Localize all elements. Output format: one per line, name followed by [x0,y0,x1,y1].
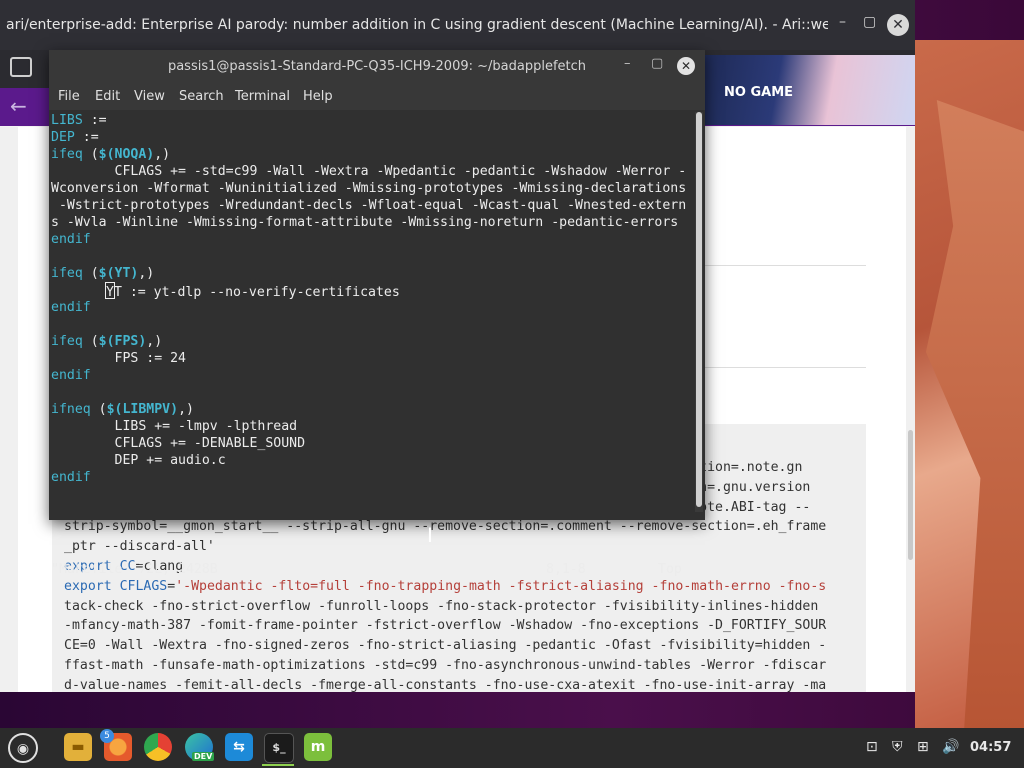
terminal-line: Wconversion -Wformat -Wuninitialized -Wm… [51,181,687,196]
terminal-line: ifeq ($(FPS),) [51,334,163,349]
volume-icon[interactable]: 🔊 [942,739,959,755]
terminal-line: s -Wvla -Winline -Wmissing-format-attrib… [51,215,679,230]
terminal-titlebar[interactable]: passis1@passis1-Standard-PC-Q35-ICH9-200… [49,50,705,83]
terminal-line: DEP += audio.c [51,453,226,468]
network-icon[interactable]: ⊞ [917,739,929,755]
code-line: strip-symbol=__gmon_start__ --strip-all-… [64,519,827,535]
terminal-scrollbar-thumb[interactable] [696,112,702,507]
update-manager-icon[interactable]: ⊡ [866,739,878,755]
code-line: _ptr --discard-all' [64,539,215,555]
browser-minimize-button[interactable]: – [839,14,846,30]
status-file-info: "Makefile" 72L, 2428B [51,562,218,577]
browser-scrollbar-thumb[interactable] [908,430,913,560]
browser-close-button[interactable]: ✕ [887,14,909,36]
terminal-line: YT := yt-dlp --no-verify-certificates [105,282,400,301]
divider [704,367,866,368]
browser-window-title: ari/enterprise-add: Enterprise AI parody… [6,17,828,33]
menu-help[interactable]: Help [303,89,333,104]
terminal-line: endif [51,300,91,315]
terminal-text-area[interactable]: "Makefile" 72L, 2428B 8,1-8 Top Ⅰ LIBS := D… [49,110,695,577]
terminal-maximize-button[interactable]: ▢ [651,56,663,71]
divider [704,265,866,266]
terminal-line: endif [51,232,91,247]
vim-status-line: "Makefile" 72L, 2428B 8,1-8 Top [51,562,682,577]
text-cursor-ibeam-icon: Ⅰ [427,523,433,547]
terminal-title: passis1@passis1-Standard-PC-Q35-ICH9-200… [167,59,587,74]
remote-desktop-icon[interactable]: ⇆ [225,733,253,761]
terminal-line: DEP := [51,130,99,145]
menu-file[interactable]: File [58,89,80,104]
menu-terminal[interactable]: Terminal [235,89,290,104]
terminal-line: CFLAGS += -DENABLE_SOUND [51,436,306,451]
edge-dev-label: DEV [192,752,215,761]
status-scroll-position: Top [658,562,682,577]
file-manager-icon[interactable]: ▬ [64,733,92,761]
code-line: tack-check -fno-strict-overflow -funroll… [64,598,819,614]
active-window-indicator [262,764,294,766]
terminal-line: endif [51,470,91,485]
terminal-line: -Wstrict-prototypes -Wredundant-decls -W… [51,198,687,213]
terminal-line: ifneq ($(LIBMPV),) [51,402,194,417]
back-arrow-icon[interactable]: ← [10,94,27,118]
mintinstall-icon[interactable]: m [304,733,332,761]
page-left-margin [0,127,18,692]
tab-list-icon[interactable] [10,57,32,77]
code-line: export CFLAGS='-Wpedantic -flto=full -fn… [64,578,827,594]
terminal-line: endif [51,368,91,383]
terminal-close-button[interactable]: ✕ [677,57,695,75]
terminal-line: ifeq ($(NOQA),) [51,147,171,162]
terminal-line: ifeq ($(YT),) [51,266,155,281]
firefox-notification-badge: 5 [100,729,114,743]
banner-logo-text: NO GAME [724,85,794,100]
terminal-line: CFLAGS += -std=c99 -Wall -Wextra -Wpedan… [51,164,687,179]
terminal-minimize-button[interactable]: – [624,56,631,71]
browser-scrollbar[interactable] [906,127,915,692]
terminal-line: LIBS := [51,113,107,128]
clock: 04:57 [970,740,1012,755]
terminal-menubar: File Edit View Search Terminal Help [49,83,705,110]
code-line: d-value-names -femit-all-decls -fmerge-a… [64,677,827,693]
browser-titlebar: ari/enterprise-add: Enterprise AI parody… [0,0,915,50]
code-line: CE=0 -Wall -Wextra -fno-signed-zeros -fn… [64,638,827,654]
banner-image: NO GAME [704,55,915,125]
code-line: -mfancy-math-387 -fomit-frame-pointer -f… [64,618,827,634]
terminal-taskbar-icon[interactable]: $_ [264,733,294,763]
status-cursor-position: 8,1-8 [546,562,586,577]
menu-view[interactable]: View [134,89,165,104]
browser-maximize-button[interactable]: ▢ [863,14,876,30]
terminal-window: passis1@passis1-Standard-PC-Q35-ICH9-200… [49,50,705,577]
shield-icon[interactable]: ⛨ [892,739,903,755]
terminal-line: FPS := 24 [51,351,186,366]
menu-edit[interactable]: Edit [95,89,120,104]
mint-menu-icon[interactable]: ◉ [8,733,38,763]
chrome-icon[interactable] [144,733,172,761]
terminal-line: LIBS += -lmpv -lpthread [51,419,298,434]
wallpaper-character [915,40,1024,730]
code-line: ffast-math -funsafe-math-optimizations -… [64,657,827,673]
menu-search[interactable]: Search [179,89,224,104]
